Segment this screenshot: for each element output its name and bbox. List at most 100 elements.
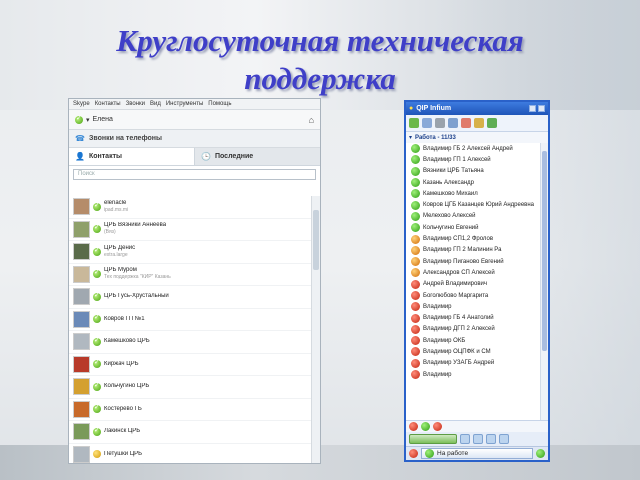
main-menu-button[interactable] xyxy=(409,434,457,444)
away-status-icon xyxy=(411,234,420,244)
qip-contact-row[interactable]: Владимир ОЦПФК и СМ xyxy=(406,346,540,357)
status-online-icon[interactable] xyxy=(421,422,430,431)
skype-contact-row[interactable]: elenacleipad.ms.mi xyxy=(69,196,311,219)
online-status-icon xyxy=(93,381,101,391)
skype-tabs: 👤 Контакты 🕒 Последние xyxy=(69,148,320,166)
toolbar-calendar-icon[interactable] xyxy=(461,118,471,128)
qip-scroll-thumb[interactable] xyxy=(542,151,547,351)
skype-contact-row[interactable]: ЦРБ Денисextra.large xyxy=(69,241,311,264)
skype-contact-list: elenacleipad.ms.miЦРБ Вязники Аннеева(Вя… xyxy=(69,196,311,463)
contact-name: Владимир xyxy=(423,303,452,310)
contact-name: Киржач ЦРБ xyxy=(104,360,139,367)
toolbar-settings-icon[interactable] xyxy=(474,118,484,128)
action-icon-3[interactable] xyxy=(486,434,496,444)
skype-window: Skype Контакты Звонки Вид Инструменты По… xyxy=(68,98,321,464)
qip-contact-row[interactable]: Казань Александр xyxy=(406,177,540,188)
online-status-icon xyxy=(93,223,101,234)
qip-window: ● QIP Infium ▾ Работа - 11/33 Владимир Г… xyxy=(404,100,550,462)
menu-item-skype[interactable]: Skype xyxy=(73,101,90,107)
qip-contact-row[interactable]: Владимир СП1,2 Фролов xyxy=(406,233,540,244)
avatar xyxy=(73,265,90,283)
dropdown-arrow-icon[interactable]: ▾ xyxy=(86,116,90,124)
toolbar-search-icon[interactable] xyxy=(448,118,458,128)
skype-scrollbar[interactable] xyxy=(311,196,320,463)
qip-contact-row[interactable]: Владимир ГП 1 Алексей xyxy=(406,154,540,165)
contact-name: Владимир УЗАГБ Андрей xyxy=(423,360,495,367)
minimize-icon[interactable] xyxy=(529,105,536,112)
qip-contact-row[interactable]: Владимир ОКБ xyxy=(406,335,540,346)
qip-toolbar xyxy=(406,115,548,132)
contact-name: Камешково ЦРБ xyxy=(104,338,150,345)
home-icon[interactable]: ⌂ xyxy=(309,115,314,125)
avatar xyxy=(73,400,90,418)
group-collapse-icon[interactable]: ▾ xyxy=(409,134,412,141)
tab-recent[interactable]: 🕒 Последние xyxy=(195,148,320,165)
menu-item-contacts[interactable]: Контакты xyxy=(95,101,121,107)
skype-user-bar[interactable]: ▾ Елена ⌂ xyxy=(69,110,320,130)
qip-contact-row[interactable]: Мелехово Алексей xyxy=(406,211,540,222)
contact-name: Владимир xyxy=(423,371,452,378)
skype-contact-row[interactable]: Петушки ЦРБ xyxy=(69,444,311,464)
action-icon-1[interactable] xyxy=(460,434,470,444)
avatar xyxy=(73,333,90,351)
status-icon-left[interactable] xyxy=(409,449,418,458)
toolbar-add-icon[interactable] xyxy=(487,118,497,128)
skype-contact-row[interactable]: Лакинск ЦРБ xyxy=(69,421,311,444)
contact-name: Кольчугино Евгений xyxy=(423,224,479,231)
contact-group-header[interactable]: ▾ Работа - 11/33 xyxy=(406,132,548,143)
contact-mood: Тех поддержка "КИР" Казань xyxy=(104,274,171,281)
status-icon-right[interactable] xyxy=(536,449,545,458)
qip-contact-row[interactable]: Кольчугино Евгений xyxy=(406,222,540,233)
skype-contact-row[interactable]: Киржач ЦРБ xyxy=(69,354,311,376)
offline-status-icon xyxy=(411,313,420,323)
qip-contact-row[interactable]: Владимир xyxy=(406,301,540,312)
action-icon-4[interactable] xyxy=(499,434,509,444)
status-select-button[interactable]: На работе xyxy=(421,448,533,459)
contact-name: Петушки ЦРБ xyxy=(104,450,143,457)
menu-item-tools[interactable]: Инструменты xyxy=(166,101,203,107)
online-status-icon[interactable] xyxy=(75,114,83,124)
qip-contact-row[interactable]: Владимир ГП 2 Малинин Ра xyxy=(406,245,540,256)
tab-contacts[interactable]: 👤 Контакты xyxy=(69,148,195,165)
skype-contact-row[interactable]: ЦРБ Гусь-Хрустальный xyxy=(69,286,311,309)
qip-contact-row[interactable]: Ковров ЦГБ Казанцев Юрий Андреевна xyxy=(406,199,540,210)
skype-contact-row[interactable]: Камешково ЦРБ xyxy=(69,331,311,354)
menu-item-view[interactable]: Вид xyxy=(150,101,161,107)
action-icon-2[interactable] xyxy=(473,434,483,444)
toolbar-history-icon[interactable] xyxy=(422,118,432,128)
toolbar-contacts-icon[interactable] xyxy=(409,118,419,128)
calls-to-phones-button[interactable]: ☎ Звонки на телефоны xyxy=(69,130,320,148)
qip-contact-row[interactable]: Владимир ДГП 2 Алексей xyxy=(406,324,540,335)
qip-contact-row[interactable]: Андрей Владимирович xyxy=(406,279,540,290)
qip-contact-row[interactable]: Владимир ГБ 4 Анатолий xyxy=(406,312,540,323)
skype-contact-row[interactable]: Ковров ГП №1 xyxy=(69,309,311,331)
offline-status-icon xyxy=(411,302,420,312)
status-busy-icon[interactable] xyxy=(433,422,442,431)
qip-contact-row[interactable]: Владимир Пиганово Евгений xyxy=(406,256,540,267)
calls-label: Звонки на телефоны xyxy=(88,135,162,142)
skype-contact-row[interactable]: ЦРБ Вязники Аннеева(Вяз) xyxy=(69,219,311,241)
qip-bottom-icons xyxy=(406,420,548,432)
contact-mood: ipad.ms.mi xyxy=(104,206,129,213)
contact-mood: (Вяз) xyxy=(104,229,116,236)
skype-contact-row[interactable]: ЦРБ МуромТех поддержка "КИР" Казань xyxy=(69,264,311,286)
qip-contact-row[interactable]: Владимир ГБ 2 Алексей Андрей xyxy=(406,143,540,154)
qip-contact-row[interactable]: Вязники ЦРБ Татьяна xyxy=(406,166,540,177)
qip-contact-row[interactable]: Владимир УЗАГБ Андрей xyxy=(406,358,540,369)
menu-item-calls[interactable]: Звонки xyxy=(126,101,145,107)
online-status-icon xyxy=(93,201,101,211)
online-status-icon xyxy=(93,336,101,346)
qip-contact-row[interactable]: Боголюбово Маргарита xyxy=(406,290,540,301)
qip-contact-row[interactable]: Камешково Михаил xyxy=(406,188,540,199)
close-icon[interactable] xyxy=(538,105,545,112)
toolbar-sound-icon[interactable] xyxy=(435,118,445,128)
contact-search-input[interactable]: Поиск xyxy=(73,169,316,180)
skype-contact-row[interactable]: Кольчугино ЦРБ xyxy=(69,376,311,399)
menu-item-help[interactable]: Помощь xyxy=(208,101,231,107)
skype-contact-row[interactable]: Костерево ГБ xyxy=(69,399,311,421)
qip-contact-row[interactable]: Александров СП Алексей xyxy=(406,267,540,278)
status-offline-icon[interactable] xyxy=(409,422,418,431)
skype-scroll-thumb[interactable] xyxy=(313,210,319,270)
qip-scrollbar[interactable] xyxy=(540,143,548,420)
qip-contact-row[interactable]: Владимир xyxy=(406,369,540,380)
